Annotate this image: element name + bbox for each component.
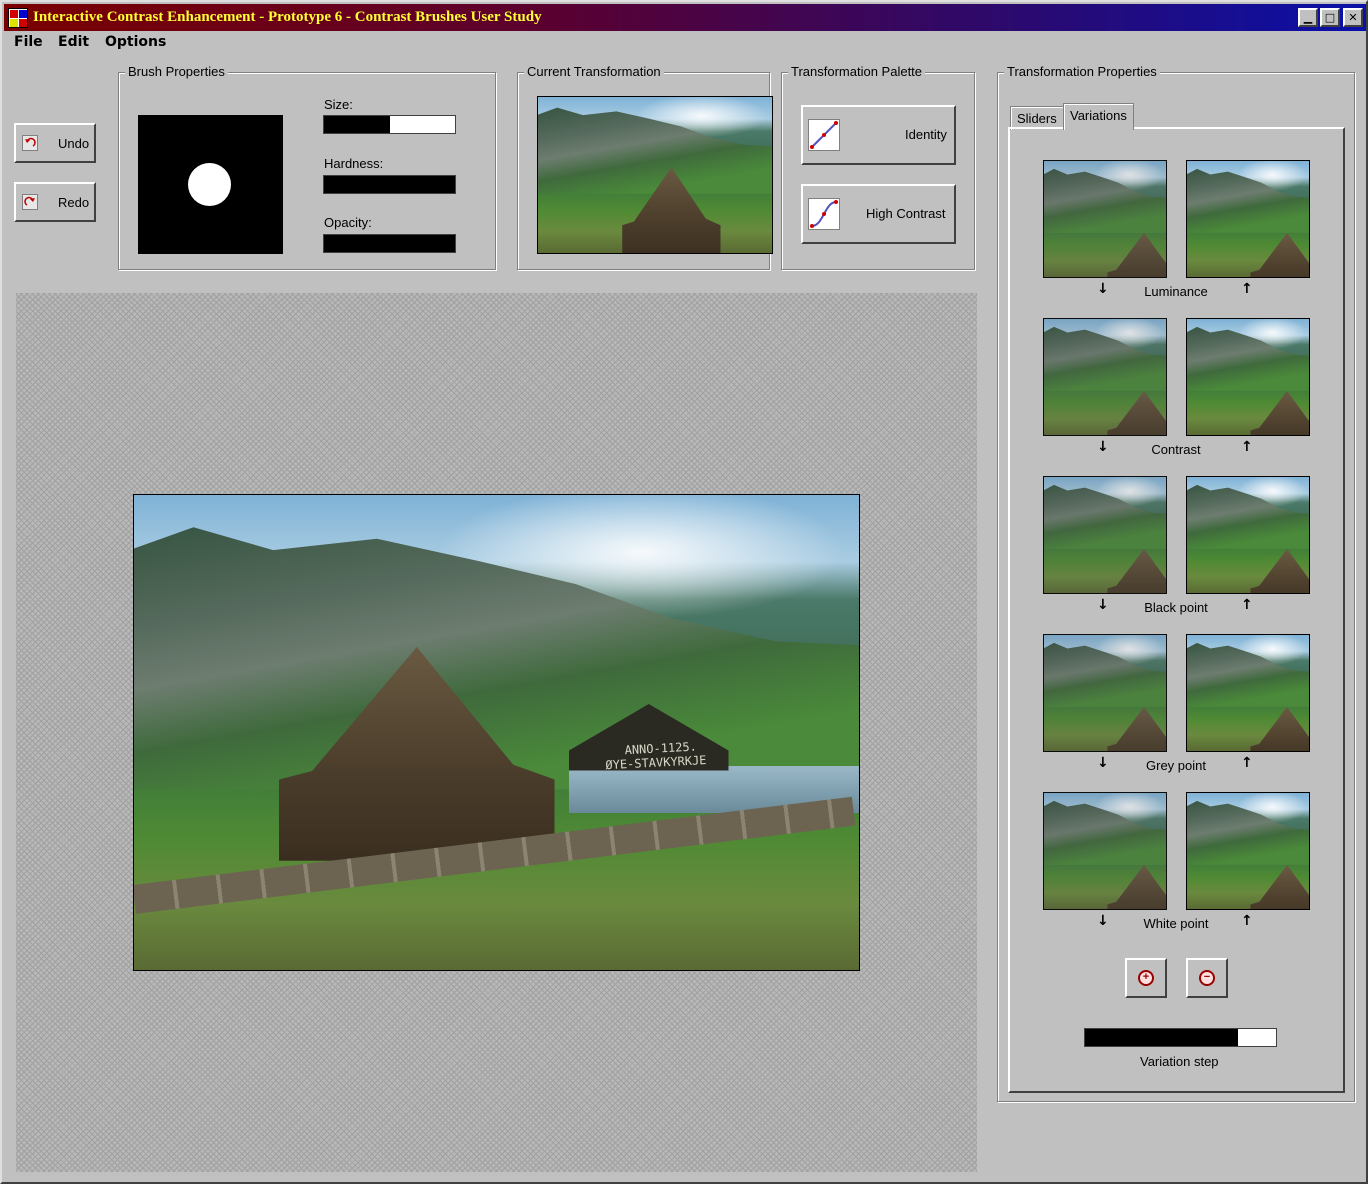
zoom-in-button[interactable]: + [1125, 958, 1167, 998]
grey-point-variation-label: Grey point [1146, 758, 1206, 773]
luminance-decrease-thumbnail[interactable] [1043, 160, 1167, 278]
current-transformation-preview [537, 96, 773, 254]
white-point-variation-label: White point [1143, 916, 1209, 931]
black-point-increase-arrow-icon: ↑ [1241, 597, 1253, 613]
luminance-increase-thumbnail[interactable] [1186, 160, 1310, 278]
variations-panel: ↓ Luminance ↑ ↓ Contrast ↑ ↓ Black point ↑ ↓ Grey … [1008, 127, 1345, 1093]
redo-button[interactable]: Redo [14, 182, 96, 222]
photo-sign: ANNO-1125. ØYE-STAVKYRKJE [590, 739, 707, 773]
tab-variations[interactable]: Variations [1063, 103, 1134, 130]
close-button[interactable]: ✕ [1343, 8, 1363, 27]
menu-options[interactable]: Options [105, 34, 166, 50]
size-slider[interactable] [323, 115, 456, 134]
title-bar[interactable]: Interactive Contrast Enhancement - Proto… [4, 4, 1366, 31]
brush-properties-title: Brush Properties [125, 64, 228, 79]
luminance-increase-arrow-icon: ↑ [1241, 281, 1253, 297]
opacity-slider-fill [324, 235, 455, 252]
minimize-button[interactable]: ▁ [1298, 8, 1318, 27]
contrast-decrease-thumbnail[interactable] [1043, 318, 1167, 436]
undo-button[interactable]: Undo [14, 123, 96, 163]
app-icon [8, 8, 28, 28]
brush-shape-icon [188, 163, 231, 206]
current-transformation-title: Current Transformation [524, 64, 664, 79]
transformation-properties-title: Transformation Properties [1004, 64, 1160, 79]
hardness-label: Hardness: [324, 156, 384, 171]
palette-identity-button[interactable]: Identity [801, 105, 956, 165]
identity-label: Identity [905, 127, 947, 142]
grey-point-decrease-thumbnail[interactable] [1043, 634, 1167, 752]
size-label: Size: [324, 97, 353, 112]
contrast-increase-thumbnail[interactable] [1186, 318, 1310, 436]
app-window: Interactive Contrast Enhancement - Proto… [0, 0, 1368, 1184]
main-photo[interactable]: ANNO-1125. ØYE-STAVKYRKJE [133, 494, 860, 971]
window-title: Interactive Contrast Enhancement - Proto… [33, 9, 542, 25]
brush-properties-group: Brush Properties Size: Hardness: Opacity… [118, 64, 496, 270]
contrast-increase-arrow-icon: ↑ [1241, 439, 1253, 455]
high-contrast-label: High Contrast [866, 206, 946, 221]
redo-label: Redo [58, 195, 90, 210]
identity-curve-icon [808, 119, 840, 151]
zoom-out-icon: − [1199, 970, 1215, 986]
menu-file[interactable]: File [14, 34, 43, 50]
black-point-decrease-thumbnail[interactable] [1043, 476, 1167, 594]
variation-step-fill [1085, 1029, 1238, 1046]
white-point-increase-thumbnail[interactable] [1186, 792, 1310, 910]
transformation-palette-group: Transformation Palette Identity High Con… [781, 64, 975, 270]
high-contrast-curve-icon [808, 198, 840, 230]
white-point-decrease-thumbnail[interactable] [1043, 792, 1167, 910]
image-canvas[interactable]: ANNO-1125. ØYE-STAVKYRKJE [16, 293, 977, 1172]
grey-point-increase-thumbnail[interactable] [1186, 634, 1310, 752]
menu-bar: File Edit Options [4, 31, 1366, 55]
menu-edit[interactable]: Edit [58, 34, 89, 50]
opacity-label: Opacity: [324, 215, 372, 230]
current-transformation-group: Current Transformation [517, 64, 773, 270]
opacity-slider[interactable] [323, 234, 456, 253]
zoom-out-button[interactable]: − [1186, 958, 1228, 998]
white-point-increase-arrow-icon: ↑ [1241, 913, 1253, 929]
variation-step-label: Variation step [1140, 1054, 1219, 1069]
luminance-variation-label: Luminance [1144, 284, 1208, 299]
hardness-slider[interactable] [323, 175, 456, 194]
size-slider-fill [324, 116, 390, 133]
undo-icon [22, 135, 38, 151]
brush-preview [138, 115, 283, 254]
palette-high-contrast-button[interactable]: High Contrast [801, 184, 956, 244]
contrast-variation-label: Contrast [1151, 442, 1201, 457]
black-point-variation-label: Black point [1144, 600, 1208, 615]
transformation-palette-title: Transformation Palette [788, 64, 926, 79]
grey-point-increase-arrow-icon: ↑ [1241, 755, 1253, 771]
variation-step-slider[interactable] [1084, 1028, 1277, 1047]
black-point-increase-thumbnail[interactable] [1186, 476, 1310, 594]
maximize-button[interactable]: □ [1320, 8, 1340, 27]
redo-icon [22, 194, 38, 210]
zoom-in-icon: + [1138, 970, 1154, 986]
undo-label: Undo [58, 136, 90, 151]
hardness-slider-fill [324, 176, 455, 193]
